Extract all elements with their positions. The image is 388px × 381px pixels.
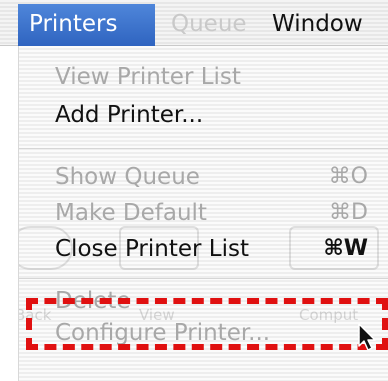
menu-item-show-queue[interactable]: Show Queue <box>55 162 200 192</box>
computer-label-ghost: Comput <box>299 306 359 324</box>
printers-menu-dropdown: Back View Comput View Printer List Add P… <box>18 46 388 381</box>
menu-item-view-printer-list[interactable]: View Printer List <box>55 62 241 92</box>
back-label-ghost: Back <box>18 306 52 324</box>
screenshot-stage: Printers Queue Window Back View Comput V… <box>0 0 388 381</box>
menu-separator <box>19 278 388 279</box>
menu-window[interactable]: Window <box>272 4 363 46</box>
menu-item-configure-printer[interactable]: Configure Printer... <box>55 318 270 348</box>
menu-queue[interactable]: Queue <box>171 4 247 46</box>
shortcut-close-printer-list: ⌘W <box>323 236 368 261</box>
menu-separator <box>19 148 388 149</box>
menu-item-close-printer-list[interactable]: Close Printer List <box>55 234 249 264</box>
menu-printers[interactable]: Printers <box>18 4 155 46</box>
mouse-pointer-icon <box>358 323 376 351</box>
menu-item-add-printer[interactable]: Add Printer... <box>55 100 203 130</box>
shortcut-make-default: ⌘D <box>329 200 368 225</box>
menu-item-make-default[interactable]: Make Default <box>55 198 207 228</box>
menu-bar: Printers Queue Window <box>0 0 388 46</box>
shortcut-show-queue: ⌘O <box>328 164 368 189</box>
menu-item-delete[interactable]: Delete <box>55 286 131 316</box>
